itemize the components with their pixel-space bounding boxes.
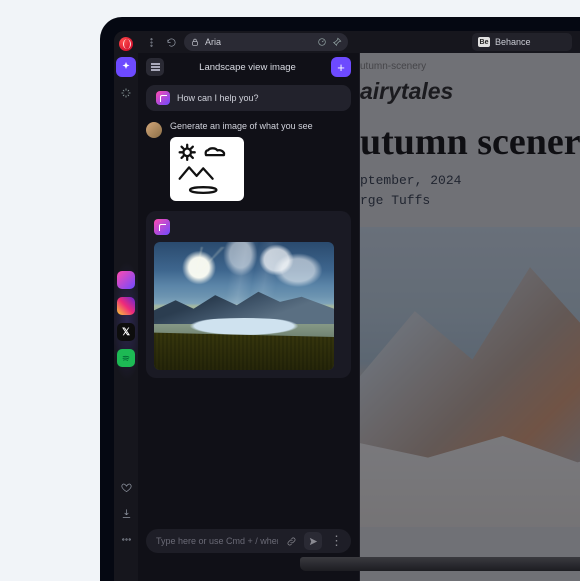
tab-menu-icon[interactable] [144,35,158,49]
sparkle-tool-button[interactable] [116,83,136,103]
page-date: ptember, 2024 [360,171,580,191]
top-bar: Aria Be Behance + [138,31,580,53]
lock-icon [190,37,200,47]
user-message: Generate an image of what you see [146,121,351,201]
send-button[interactable] [304,532,322,550]
browser-tab[interactable]: Be Behance [472,33,572,51]
main-column: Aria Be Behance + Landscape [138,31,580,581]
generated-landscape-image[interactable] [154,242,334,370]
panel-header: Landscape view image + [138,53,359,81]
user-sketch-attachment[interactable] [170,137,244,201]
address-text: Aria [205,37,221,47]
message-list: How can I help you? Generate an image of… [138,81,359,523]
panel-title: Landscape view image [172,62,323,73]
breadcrumb: utumn-scenery [360,53,580,72]
tab-label: Behance [495,37,531,47]
sidebar-app-spotify[interactable] [117,349,135,367]
webpage-content: utumn-scenery airytales utumn scenery pt… [360,53,580,581]
panel-menu-button[interactable] [146,58,164,76]
panel-input-bar: ⋮ [146,529,351,553]
aria-avatar-icon [154,219,170,235]
page-headline: utumn scenery [360,107,580,171]
address-bar[interactable]: Aria [184,33,348,51]
new-chat-button[interactable]: + [331,57,351,77]
user-text: Generate an image of what you see [170,121,313,131]
behance-badge-icon: Be [478,37,490,47]
strip-bottom-actions [114,480,138,546]
left-strip: 𝕏 [114,31,138,581]
generated-image-card [146,211,351,378]
attach-link-icon[interactable] [284,534,298,548]
sidebar-app-aria[interactable] [117,271,135,289]
assistant-message: How can I help you? [146,85,351,111]
content-row: Landscape view image + How can I help yo… [138,53,580,581]
aria-tool-button[interactable] [116,57,136,77]
heart-icon[interactable] [119,480,133,494]
assistant-bubble: How can I help you? [146,85,351,111]
assistant-text: How can I help you? [177,93,259,103]
laptop-frame: 𝕏 Aria [100,17,580,581]
more-icon[interactable] [119,532,133,546]
sidebar-apps: 𝕏 [117,271,135,367]
site-name: airytales [360,72,580,107]
browser-window: 𝕏 Aria [114,31,580,581]
page-author: rge Tuffs [360,191,580,211]
sidebar-app-instagram[interactable] [117,297,135,315]
user-avatar [146,122,162,138]
hero-image [360,227,580,527]
input-more-icon[interactable]: ⋮ [328,533,345,549]
aria-avatar-icon [156,91,170,105]
chat-input[interactable] [156,536,278,546]
aria-panel: Landscape view image + How can I help yo… [138,53,360,581]
reload-icon[interactable] [164,35,178,49]
opera-logo-icon [119,37,133,51]
pin-icon[interactable] [332,37,342,47]
laptop-base [300,557,580,571]
download-icon[interactable] [119,506,133,520]
dashboard-icon[interactable] [317,37,327,47]
sidebar-app-x[interactable]: 𝕏 [117,323,135,341]
